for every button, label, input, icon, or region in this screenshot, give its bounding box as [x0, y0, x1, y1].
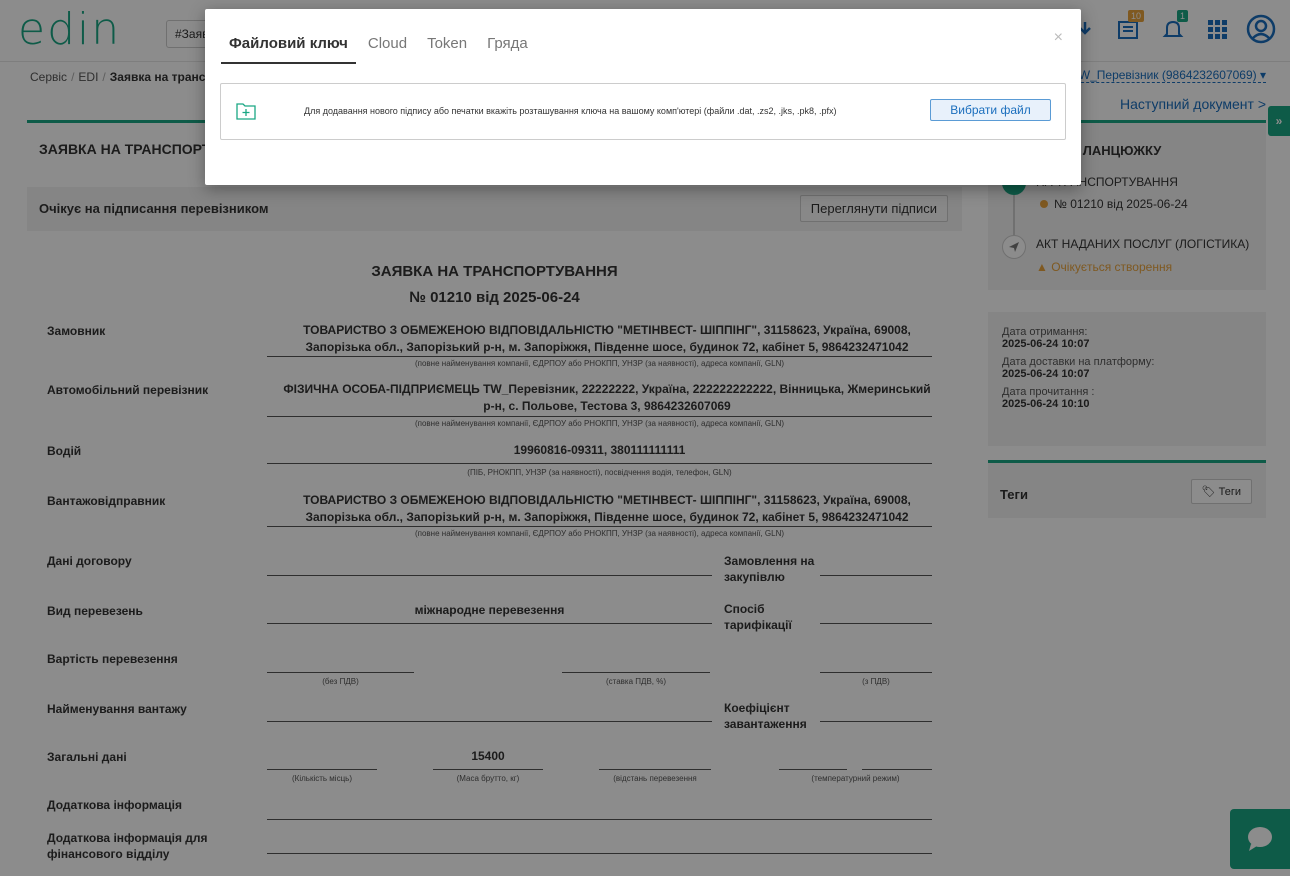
- key-type-tabs: Файловий ключ Cloud Token Гряда: [221, 31, 540, 64]
- tab-file-key[interactable]: Файловий ключ: [221, 31, 356, 64]
- file-key-instruction: Для додавання нового підпису або печатки…: [304, 106, 837, 116]
- close-icon[interactable]: ×: [1054, 29, 1063, 47]
- file-key-panel: Для додавання нового підпису або печатки…: [220, 83, 1066, 140]
- tab-token[interactable]: Token: [419, 31, 475, 64]
- tab-hryada[interactable]: Гряда: [479, 31, 536, 64]
- add-file-icon: [235, 100, 257, 125]
- choose-file-button[interactable]: Вибрати файл: [930, 99, 1051, 121]
- signing-key-modal: Файловий ключ Cloud Token Гряда × Для до…: [205, 9, 1081, 185]
- tab-cloud[interactable]: Cloud: [360, 31, 415, 64]
